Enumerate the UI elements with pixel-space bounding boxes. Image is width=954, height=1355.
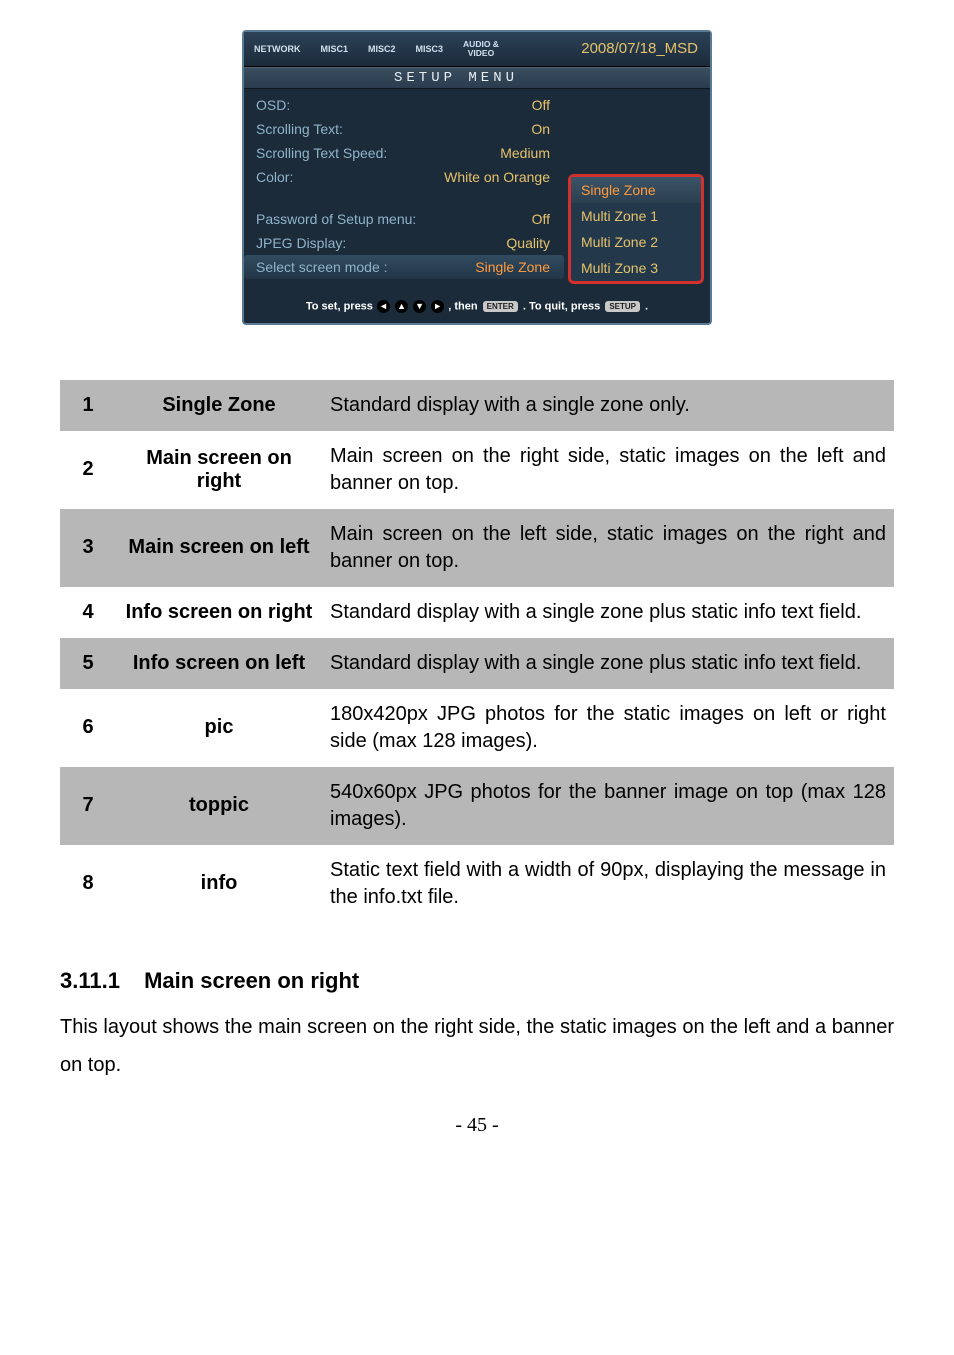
- row-number: 2: [60, 431, 116, 509]
- setup-footer: To set, press ◄ ▲ ▼ ► , then ENTER . To …: [244, 290, 710, 317]
- row-description: 180x420px JPG photos for the static imag…: [322, 689, 894, 767]
- value: Off: [532, 211, 552, 227]
- setup-menu-screenshot: NETWORK MISC1 MISC2 MISC3 AUDIO &VIDEO 2…: [242, 30, 712, 325]
- footer-text: To set, press: [306, 300, 373, 312]
- section-body: This layout shows the main screen on the…: [60, 1008, 894, 1084]
- tab-misc2[interactable]: MISC2: [358, 36, 406, 62]
- row-osd[interactable]: OSD: Off: [244, 93, 564, 117]
- row-description: Main screen on the right side, static im…: [322, 431, 894, 509]
- row-description: 540x60px JPG photos for the banner image…: [322, 767, 894, 845]
- row-description: Standard display with a single zone plus…: [322, 638, 894, 689]
- value: On: [531, 121, 552, 137]
- section-number: 3.11.1: [60, 968, 120, 993]
- row-name: Main screen on right: [116, 431, 322, 509]
- value: Medium: [500, 145, 552, 161]
- arrow-down-icon: ▼: [413, 300, 426, 313]
- setup-tabs: NETWORK MISC1 MISC2 MISC3 AUDIO &VIDEO 2…: [244, 32, 710, 67]
- popup-option[interactable]: Multi Zone 3: [571, 255, 701, 281]
- label: Scrolling Text Speed:: [256, 145, 500, 161]
- popup-option[interactable]: Multi Zone 2: [571, 229, 701, 255]
- footer-text: . To quit, press: [523, 300, 600, 312]
- section-heading: 3.11.1 Main screen on right: [60, 968, 894, 994]
- row-screen-mode[interactable]: Select screen mode : Single Zone: [244, 255, 564, 279]
- table-row: 1Single ZoneStandard display with a sing…: [60, 380, 894, 431]
- row-name: Info screen on right: [116, 587, 322, 638]
- arrow-right-icon: ►: [431, 300, 444, 313]
- table-row: 3Main screen on leftMain screen on the l…: [60, 509, 894, 587]
- row-name: Info screen on left: [116, 638, 322, 689]
- row-password[interactable]: Password of Setup menu: Off: [244, 207, 564, 231]
- row-number: 1: [60, 380, 116, 431]
- row-description: Static text field with a width of 90px, …: [322, 845, 894, 923]
- row-number: 7: [60, 767, 116, 845]
- table-row: 5Info screen on leftStandard display wit…: [60, 638, 894, 689]
- label: Scrolling Text:: [256, 121, 531, 137]
- arrow-left-icon: ◄: [377, 300, 390, 313]
- table-row: 6pic180x420px JPG photos for the static …: [60, 689, 894, 767]
- row-name: pic: [116, 689, 322, 767]
- row-name: Single Zone: [116, 380, 322, 431]
- row-scrolling-text[interactable]: Scrolling Text: On: [244, 117, 564, 141]
- label: OSD:: [256, 97, 532, 113]
- footer-text: , then: [448, 300, 477, 312]
- tab-misc1[interactable]: MISC1: [311, 36, 359, 62]
- row-number: 4: [60, 587, 116, 638]
- page-number: - 45 -: [60, 1114, 894, 1137]
- value: Single Zone: [475, 259, 552, 275]
- label: Password of Setup menu:: [256, 211, 532, 227]
- screen-modes-table: 1Single ZoneStandard display with a sing…: [60, 380, 894, 923]
- label: Select screen mode :: [256, 259, 475, 275]
- setup-date: 2008/07/18_MSD: [581, 40, 710, 57]
- table-row: 7toppic540x60px JPG photos for the banne…: [60, 767, 894, 845]
- row-description: Standard display with a single zone only…: [322, 380, 894, 431]
- label: JPEG Display:: [256, 235, 506, 251]
- tab-audio-video[interactable]: AUDIO &VIDEO: [453, 32, 509, 66]
- row-description: Standard display with a single zone plus…: [322, 587, 894, 638]
- row-jpeg-display[interactable]: JPEG Display: Quality: [244, 231, 564, 255]
- value: Quality: [506, 235, 552, 251]
- screen-mode-popup: Single Zone Multi Zone 1 Multi Zone 2 Mu…: [568, 174, 704, 284]
- row-number: 5: [60, 638, 116, 689]
- table-row: 2Main screen on rightMain screen on the …: [60, 431, 894, 509]
- arrow-up-icon: ▲: [395, 300, 408, 313]
- footer-text: .: [645, 300, 648, 312]
- table-row: 4Info screen on rightStandard display wi…: [60, 587, 894, 638]
- row-name: info: [116, 845, 322, 923]
- row-number: 3: [60, 509, 116, 587]
- row-number: 6: [60, 689, 116, 767]
- row-scrolling-speed[interactable]: Scrolling Text Speed: Medium: [244, 141, 564, 165]
- tab-network[interactable]: NETWORK: [244, 36, 311, 62]
- label: Color:: [256, 169, 444, 185]
- popup-option[interactable]: Multi Zone 1: [571, 203, 701, 229]
- value: White on Orange: [444, 169, 552, 185]
- row-name: toppic: [116, 767, 322, 845]
- tab-misc3[interactable]: MISC3: [406, 36, 454, 62]
- section-title: Main screen on right: [144, 968, 359, 993]
- enter-badge: ENTER: [483, 301, 518, 312]
- row-description: Main screen on the left side, static ima…: [322, 509, 894, 587]
- table-row: 8infoStatic text field with a width of 9…: [60, 845, 894, 923]
- row-name: Main screen on left: [116, 509, 322, 587]
- row-number: 8: [60, 845, 116, 923]
- value: Off: [532, 97, 552, 113]
- popup-option[interactable]: Single Zone: [571, 177, 701, 203]
- setup-badge: SETUP: [605, 301, 640, 312]
- setup-title: SETUP MENU: [244, 67, 710, 89]
- row-color[interactable]: Color: White on Orange: [244, 165, 564, 189]
